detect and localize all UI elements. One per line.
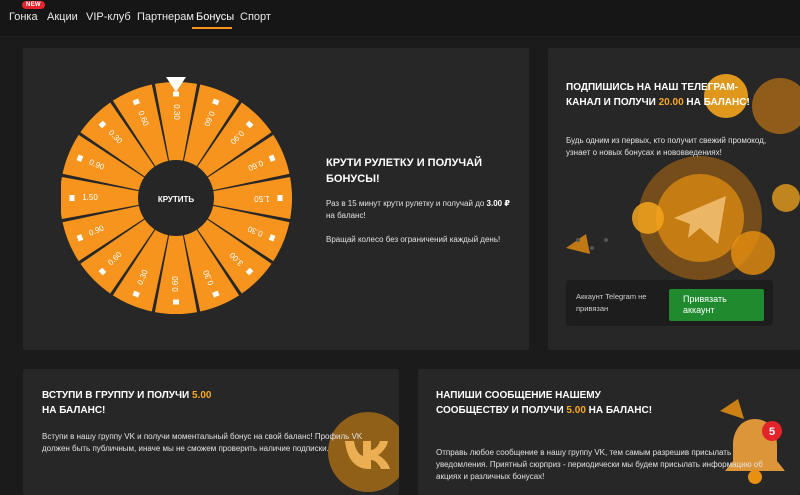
- bell-badge: 5: [769, 426, 775, 438]
- top-navigation: Гонка NEW Акции VIP-клуб Партнерам Бонус…: [0, 0, 800, 37]
- wheel-segment-value: 1.50: [254, 194, 270, 203]
- wheel-panel: 0.30 0.60 0.90 0.60 1.50 0.30 3.00 0.30 0.60 0.30…: [23, 48, 529, 350]
- telegram-status: Аккаунт Telegram не привязан: [576, 292, 647, 313]
- nav-item-promotions[interactable]: Акции: [47, 11, 78, 23]
- telegram-title: ПОДПИШИСЬ НА НАШ ТЕЛЕГРАМ-КАНАЛ И ПОЛУЧИ…: [566, 82, 750, 108]
- new-badge: NEW: [22, 1, 45, 9]
- wheel-segment-money-icon: [173, 91, 179, 97]
- nav-item-bonuses[interactable]: Бонусы: [196, 11, 234, 23]
- vk-description: Вступи в нашу группу VK и получи момента…: [42, 432, 363, 453]
- nav-active-underline: [192, 27, 232, 29]
- vk-title: ВСТУПИ В ГРУППУ И ПОЛУЧИ 5.00 НА БАЛАНС!: [42, 390, 212, 416]
- wheel-note: Вращай колесо без ограничений каждый ден…: [326, 235, 501, 244]
- vk-group-panel: ВСТУПИ В ГРУППУ И ПОЛУЧИ 5.00 НА БАЛАНС!…: [23, 369, 399, 495]
- fortune-wheel[interactable]: 0.30 0.600.900.601.500.303.000.300.600.30…: [61, 72, 293, 322]
- wheel-description: Раз в 15 минут крути рулетку и получай д…: [326, 199, 510, 220]
- link-telegram-button[interactable]: Привязать аккаунт: [669, 289, 764, 321]
- telegram-description: Будь одним из первых, кто получит свежий…: [566, 136, 767, 157]
- wheel-segment-value: 1.50: [82, 193, 98, 202]
- nav-item-sport[interactable]: Спорт: [240, 11, 271, 23]
- wheel-segment-value: 0.30: [172, 104, 181, 120]
- wheel-segment-money-icon: [173, 299, 179, 305]
- wheel-segment-money-icon: [277, 195, 283, 201]
- telegram-link-box: Аккаунт Telegram не привязан Привязать а…: [566, 280, 773, 326]
- spin-button[interactable]: КРУТИТЬ: [158, 195, 195, 204]
- telegram-panel: ПОДПИШИСЬ НА НАШ ТЕЛЕГРАМ-КАНАЛ И ПОЛУЧИ…: [548, 48, 800, 350]
- message-panel: 5 НАПИШИ СООБЩЕНИЕ НАШЕМУ СООБЩЕСТВУ И П…: [418, 369, 800, 495]
- nav-item-race[interactable]: Гонка: [9, 11, 38, 23]
- wheel-title: КРУТИ РУЛЕТКУ И ПОЛУЧАЙ БОНУСЫ!: [326, 157, 482, 185]
- message-title: НАПИШИ СООБЩЕНИЕ НАШЕМУ СООБЩЕСТВУ И ПОЛ…: [436, 390, 653, 416]
- wheel-segment-value: 0.60: [171, 276, 180, 292]
- nav-item-vip-club[interactable]: VIP-клуб: [86, 11, 131, 23]
- wheel-segment-money-icon: [69, 195, 75, 201]
- message-description: Отправь любое сообщение в нашу группу VK…: [436, 448, 763, 481]
- nav-item-partners[interactable]: Партнерам: [137, 11, 194, 23]
